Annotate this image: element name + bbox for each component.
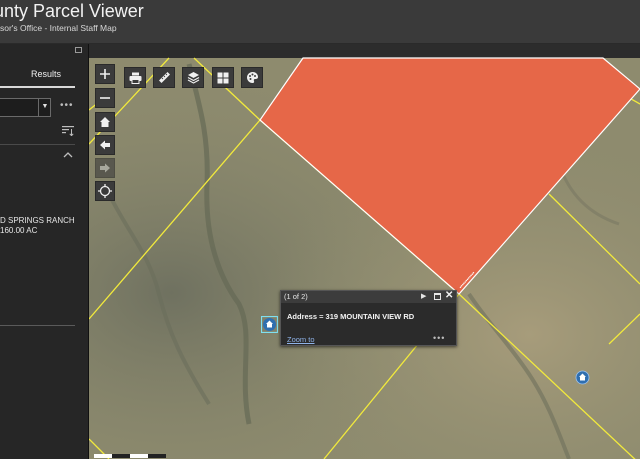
zoom-out-button[interactable] (95, 88, 115, 108)
next-extent-button[interactable] (95, 158, 115, 178)
result-owner-name[interactable]: D SPRINGS RANCH (0, 216, 75, 225)
measure-icon (158, 72, 170, 83)
previous-extent-button[interactable] (95, 135, 115, 155)
locate-button[interactable] (95, 181, 115, 201)
layers-button[interactable] (182, 67, 204, 88)
locate-icon (98, 184, 112, 198)
maximize-icon[interactable] (434, 293, 441, 300)
popup-address: Address = 319 MOUNTAIN VIEW RD (287, 312, 415, 321)
scale-bar (94, 454, 166, 458)
app-title: unty Parcel Viewer (0, 1, 144, 21)
measure-button[interactable] (153, 67, 175, 88)
zoom-out-icon (100, 97, 110, 99)
zoom-in-button[interactable] (95, 64, 115, 84)
zoom-to-link[interactable]: Zoom to (287, 335, 315, 344)
zoom-in-icon (100, 69, 110, 79)
panel-dock-icon[interactable] (75, 47, 82, 53)
map-view[interactable]: ▪▪▪▪▪▪▪▪▪▪▪▪ (1 of 2) ▶ ✕ Address = 319 … (89, 44, 640, 459)
chevron-up-icon[interactable] (63, 151, 73, 158)
panel-divider (0, 325, 75, 326)
back-icon (100, 140, 110, 150)
result-acreage[interactable]: 160.00 AC (0, 226, 37, 235)
layers-icon (187, 72, 199, 84)
home-button[interactable] (95, 112, 115, 132)
print-button[interactable] (124, 67, 146, 88)
feature-popup: (1 of 2) ▶ ✕ Address = 319 MOUNTAIN VIEW… (280, 290, 457, 346)
symbology-button[interactable] (241, 67, 263, 88)
popup-more-icon[interactable]: ••• (433, 333, 445, 343)
chevron-down-icon[interactable]: ▼ (38, 98, 51, 117)
home-icon (100, 117, 110, 127)
results-panel: Results ▼ ••• D SPRINGS RANCH 160.00 AC (0, 44, 89, 459)
active-tab-indicator (0, 86, 75, 88)
next-feature-icon[interactable]: ▶ (421, 292, 426, 300)
satellite-basemap: ▪▪▪▪▪▪▪▪▪▪▪▪ (89, 44, 640, 459)
more-options-icon[interactable]: ••• (60, 100, 74, 111)
address-point-icon[interactable] (575, 370, 590, 385)
forward-icon (100, 163, 110, 173)
close-icon[interactable]: ✕ (445, 290, 453, 301)
address-point-icon[interactable] (261, 316, 278, 333)
app-subtitle: sor's Office - Internal Staff Map (0, 23, 117, 33)
basemap-gallery-icon (217, 72, 229, 83)
tab-results[interactable]: Results (0, 69, 75, 79)
palette-icon (246, 72, 258, 83)
popup-feature-count: (1 of 2) (284, 292, 308, 301)
print-icon (129, 72, 141, 84)
parcel-viewer-app: unty Parcel Viewer sor's Office - Intern… (0, 0, 640, 459)
sort-icon[interactable] (62, 126, 74, 136)
popup-title-bar: (1 of 2) ▶ ✕ (281, 290, 456, 303)
app-header: unty Parcel Viewer sor's Office - Intern… (0, 0, 640, 44)
basemap-gallery-button[interactable] (212, 67, 234, 88)
panel-divider (0, 144, 75, 145)
